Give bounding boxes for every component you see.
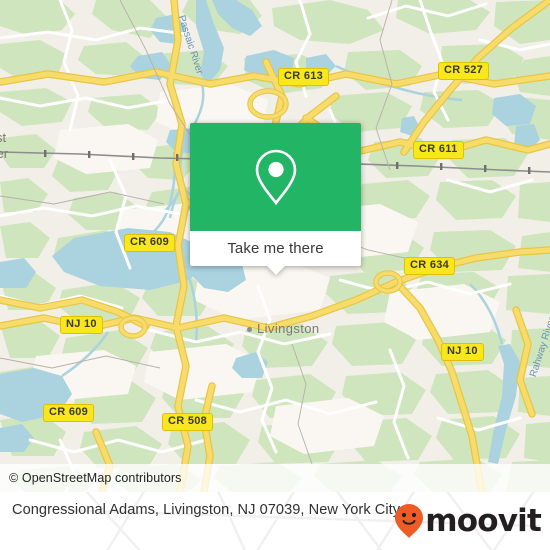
map-pin-icon: [255, 149, 296, 206]
livingston-place-dot: [247, 327, 252, 332]
road-shield-nj10-east: NJ 10: [441, 343, 484, 361]
take-me-there-button[interactable]: Take me there: [190, 231, 361, 266]
road-shield-cr634: CR 634: [404, 257, 456, 275]
place-label-livingston: Livingston: [257, 321, 320, 336]
road-shield-nj10-west: NJ 10: [60, 316, 103, 334]
popup-header: [190, 123, 361, 231]
take-me-there-label: Take me there: [227, 240, 324, 257]
map-attribution-bar: © OpenStreetMap contributors: [0, 464, 550, 492]
address-text: Congressional Adams, Livingston, NJ 0703…: [12, 502, 401, 518]
bottom-info-bar: Congressional Adams, Livingston, NJ 0703…: [0, 492, 550, 550]
moovit-smiling-pin-icon: [395, 504, 424, 538]
moovit-wordmark: moovit: [425, 502, 542, 539]
road-shield-cr613: CR 613: [278, 68, 330, 86]
map-canvas[interactable]: CR 613 CR 527 CR 611 CR 609 CR 634 NJ 10…: [0, 0, 550, 492]
moovit-logo[interactable]: moovit: [394, 502, 542, 539]
road-shield-cr508: CR 508: [162, 413, 214, 431]
destination-popup-card[interactable]: Take me there: [190, 123, 361, 275]
attribution-text: © OpenStreetMap contributors: [9, 471, 182, 485]
road-shield-cr611: CR 611: [413, 141, 464, 159]
popup-pointer: [266, 266, 285, 275]
road-shield-cr527: CR 527: [438, 62, 490, 80]
map-screenshot: CR 613 CR 527 CR 611 CR 609 CR 634 NJ 10…: [0, 0, 550, 550]
road-shield-cr609-lower: CR 609: [43, 404, 95, 422]
place-label-clipped-line1: st: [0, 130, 7, 145]
road-shield-cr609-upper: CR 609: [124, 234, 176, 252]
place-label-clipped-line2: ver: [0, 146, 9, 161]
